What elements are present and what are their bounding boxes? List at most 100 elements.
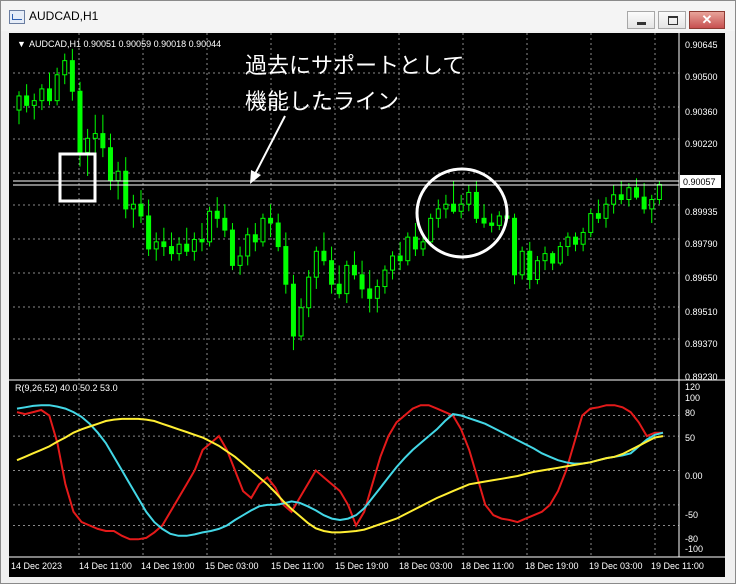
chart-window: AUDCAD,H1 ✕ ▼ AUDCAD,H1 0.90051 0.90059 … <box>0 0 736 584</box>
maximize-button[interactable] <box>658 11 686 29</box>
candle-body <box>161 241 167 248</box>
candle-body <box>512 217 518 276</box>
info-triangle-icon[interactable]: ▼ <box>17 39 26 49</box>
time-axis-labels: 14 Dec 2023 14 Dec 11:00 14 Dec 19:00 15… <box>11 561 704 571</box>
time-tick: 14 Dec 11:00 <box>79 561 132 571</box>
candle-body <box>573 236 579 245</box>
candle-body <box>115 170 121 182</box>
candle-body <box>191 239 197 252</box>
candle-body <box>458 203 464 212</box>
price-tick: 0.89790 <box>685 239 718 249</box>
candle-body <box>24 95 30 106</box>
candle-body <box>641 196 647 210</box>
indicator-tick: -50 <box>685 510 698 520</box>
candle-body <box>16 95 22 111</box>
price-tick: 0.89650 <box>685 273 718 283</box>
time-tick: 15 Dec 19:00 <box>335 561 389 571</box>
highlight-circle[interactable] <box>415 167 509 259</box>
candle-body <box>214 210 220 219</box>
candle-body <box>222 217 228 231</box>
minimize-button[interactable] <box>627 11 655 29</box>
candle-body <box>207 210 213 243</box>
candle-body <box>54 74 60 102</box>
candle-body <box>176 243 182 255</box>
highlight-rectangle[interactable] <box>58 152 97 203</box>
minimize-icon <box>637 22 646 25</box>
candle-body <box>39 88 45 102</box>
current-price-label: 0.90057 <box>683 177 716 187</box>
price-tick: 0.90645 <box>685 40 718 50</box>
candle-body <box>382 269 388 288</box>
time-tick: 15 Dec 03:00 <box>205 561 259 571</box>
indicator-tick: -100 <box>685 544 703 554</box>
candle-body <box>313 250 319 278</box>
candle-body <box>473 191 479 219</box>
candle-body <box>351 264 357 276</box>
candle-body <box>618 194 624 200</box>
close-icon: ✕ <box>701 12 713 27</box>
candle-body <box>649 198 655 210</box>
candle-body <box>397 255 403 262</box>
candle-body <box>580 231 586 245</box>
indicator-axis-labels: 120 100 80 50 0.00 -50 -80 -100 <box>685 382 703 554</box>
chart-info-label: AUDCAD,H1 0.90051 0.90059 0.90018 0.9004… <box>29 39 221 49</box>
candle-body <box>107 147 113 182</box>
time-tick: 19 Dec 11:00 <box>651 561 704 571</box>
candle-body <box>390 255 396 271</box>
time-tick: 14 Dec 2023 <box>11 561 62 571</box>
candle-body <box>451 203 457 212</box>
candle-body <box>31 100 37 106</box>
time-tick: 19 Dec 03:00 <box>589 561 643 571</box>
candle-body <box>199 239 205 243</box>
candle-body <box>565 236 571 248</box>
candle-body <box>268 217 274 224</box>
indicator-tick: 0.00 <box>685 471 703 481</box>
annotation-text-line2: 機能したライン <box>245 89 399 114</box>
time-tick: 14 Dec 19:00 <box>141 561 195 571</box>
price-tick: 0.89935 <box>685 207 718 217</box>
time-tick: 18 Dec 19:00 <box>525 561 579 571</box>
candle-body <box>405 236 411 262</box>
candle-body <box>634 187 640 198</box>
candle-body <box>595 213 601 219</box>
candle-body <box>252 234 258 243</box>
candle-body <box>412 236 418 250</box>
candle-body <box>100 133 106 149</box>
candle-body <box>542 253 548 262</box>
candle-body <box>489 222 495 226</box>
candle-body <box>656 183 662 200</box>
indicator-tick: 120 <box>685 382 700 392</box>
title-bar[interactable]: AUDCAD,H1 ✕ <box>1 1 735 31</box>
indicator-tick: -80 <box>685 534 698 544</box>
candle-body <box>329 260 335 285</box>
candle-body <box>428 217 434 243</box>
indicator-lines <box>16 404 664 541</box>
close-button[interactable]: ✕ <box>689 11 725 29</box>
candle-body <box>46 88 52 102</box>
indicator-tick: 50 <box>685 433 695 443</box>
candle-body <box>146 215 152 250</box>
chart-area[interactable]: ▼ AUDCAD,H1 0.90051 0.90059 0.90018 0.90… <box>9 33 725 577</box>
candle-body <box>283 246 289 285</box>
candle-body <box>275 222 281 248</box>
candle-body <box>184 243 190 252</box>
price-tick: 0.89510 <box>685 307 718 317</box>
candle-body <box>481 217 487 224</box>
chart-window-icon <box>9 10 25 24</box>
candle-body <box>534 260 540 281</box>
candle-body <box>588 213 594 233</box>
candle-body <box>260 217 266 243</box>
time-tick: 18 Dec 03:00 <box>399 561 453 571</box>
candle-body <box>443 203 449 210</box>
candle-body <box>359 274 365 290</box>
price-tick: 0.89370 <box>685 339 718 349</box>
candle-body <box>527 250 533 281</box>
candle-body <box>374 286 380 299</box>
candle-body <box>519 250 525 276</box>
chart-svg[interactable]: ▼ AUDCAD,H1 0.90051 0.90059 0.90018 0.90… <box>9 33 725 577</box>
candle-body <box>85 137 91 153</box>
candle-body <box>611 194 617 205</box>
candle-body <box>153 241 159 250</box>
candle-body <box>435 208 441 219</box>
candle-body <box>229 229 235 266</box>
